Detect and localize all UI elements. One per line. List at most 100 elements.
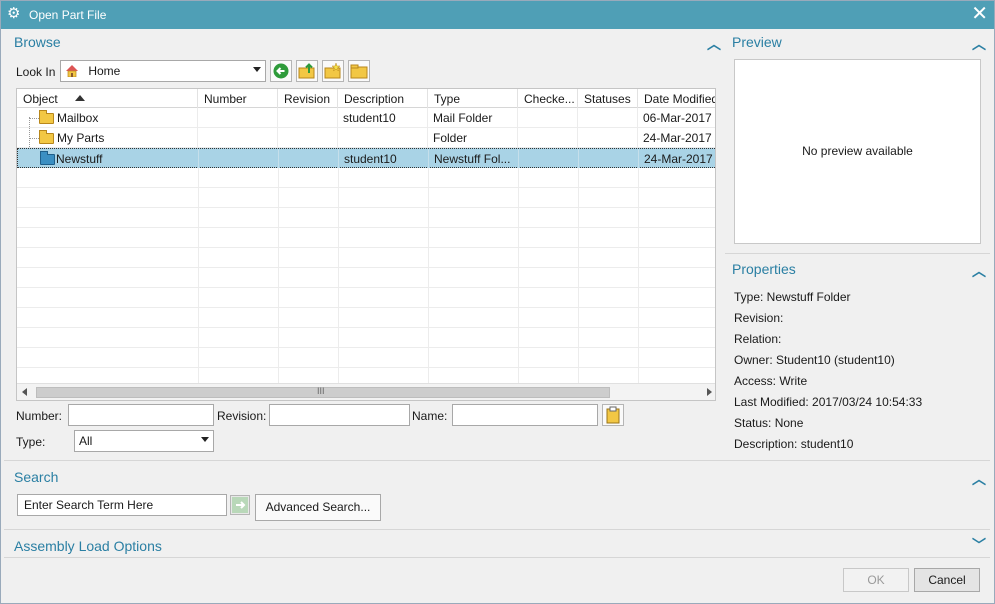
empty-row	[17, 328, 715, 348]
row-type: Mail Folder	[428, 108, 518, 127]
table-row[interactable]: My Parts Folder 24-Mar-2017 ...	[17, 128, 715, 148]
row-checked	[518, 108, 578, 127]
back-button[interactable]	[270, 60, 292, 82]
gear-icon[interactable]: ⚙	[7, 6, 23, 22]
row-date: 24-Mar-2017 ...	[638, 128, 715, 147]
home-icon	[65, 64, 79, 78]
clipboard-button[interactable]	[602, 404, 624, 426]
horizontal-scrollbar[interactable]: III	[17, 383, 715, 400]
scroll-thumb[interactable]: III	[36, 386, 610, 398]
column-divider	[578, 168, 579, 384]
row-object: Mailbox	[57, 111, 99, 125]
advanced-search-button[interactable]: Advanced Search...	[255, 494, 381, 521]
row-description: student10	[338, 108, 428, 127]
browse-collapse-icon[interactable]: ︿	[707, 34, 721, 54]
cancel-button[interactable]: Cancel	[914, 568, 980, 592]
browse-heading: Browse	[14, 34, 61, 50]
empty-row	[17, 168, 715, 188]
column-divider	[638, 168, 639, 384]
search-input[interactable]: Enter Search Term Here	[17, 494, 227, 516]
column-statuses[interactable]: Statuses	[578, 89, 638, 108]
run-search-button[interactable]	[230, 495, 250, 515]
table-row[interactable]: Mailbox student10 Mail Folder 06-Mar-201…	[17, 108, 715, 128]
empty-row	[17, 228, 715, 248]
assembly-load-options-heading[interactable]: Assembly Load Options	[14, 538, 162, 554]
scroll-right-icon[interactable]	[707, 388, 712, 396]
empty-row	[17, 248, 715, 268]
type-select[interactable]: All	[74, 430, 214, 452]
folder-icon	[40, 151, 55, 165]
row-checked	[518, 128, 578, 147]
close-icon[interactable]: ✕	[971, 4, 988, 24]
empty-row	[17, 348, 715, 368]
number-label: Number:	[16, 409, 63, 423]
row-object: My Parts	[57, 131, 105, 145]
folder-icon	[39, 110, 54, 124]
row-revision	[279, 149, 339, 168]
preview-heading: Preview	[732, 34, 782, 50]
clipboard-icon	[606, 406, 620, 424]
row-number	[198, 108, 278, 127]
row-statuses	[578, 128, 638, 147]
row-number	[198, 128, 278, 147]
property-access: Access: Write	[734, 374, 808, 388]
column-divider	[518, 168, 519, 384]
row-checked	[519, 149, 579, 168]
preview-area: No preview available	[734, 59, 981, 244]
row-statuses	[579, 149, 639, 168]
back-arrow-icon	[273, 63, 289, 79]
scroll-left-icon[interactable]	[22, 388, 27, 396]
number-field[interactable]	[68, 404, 214, 426]
name-field[interactable]	[452, 404, 598, 426]
look-in-value: Home	[88, 64, 121, 78]
row-date: 24-Mar-2017 ...	[639, 149, 715, 168]
column-description[interactable]: Description	[338, 89, 428, 108]
folder-view-button[interactable]	[348, 60, 370, 82]
properties-collapse-icon[interactable]: ︿	[972, 261, 986, 281]
file-list-header: Object Number Revision Description Type …	[17, 89, 715, 108]
property-revision: Revision:	[734, 311, 784, 325]
row-type: Newstuff Fol...	[429, 149, 519, 168]
empty-row	[17, 268, 715, 288]
preview-collapse-icon[interactable]: ︿	[972, 34, 986, 54]
properties-heading: Properties	[732, 261, 796, 277]
column-revision[interactable]: Revision	[278, 89, 338, 108]
divider	[725, 253, 990, 254]
divider	[4, 460, 990, 461]
divider	[4, 529, 990, 530]
folder-icon	[350, 64, 368, 79]
window-title: Open Part File	[29, 8, 107, 22]
property-status: Status: None	[734, 416, 804, 430]
empty-row	[17, 188, 715, 208]
up-folder-button[interactable]	[296, 60, 318, 82]
chevron-down-icon	[253, 67, 261, 72]
column-date-modified[interactable]: Date Modified	[638, 89, 715, 108]
empty-row	[17, 208, 715, 228]
property-owner: Owner: Student10 (student10)	[734, 353, 895, 367]
revision-label: Revision:	[217, 409, 267, 423]
new-folder-icon	[324, 62, 341, 79]
row-statuses	[578, 108, 638, 127]
look-in-select[interactable]: Home	[60, 60, 266, 82]
assembly-expand-icon[interactable]: ﹀	[972, 535, 986, 555]
folder-icon	[39, 130, 54, 144]
new-folder-button[interactable]	[322, 60, 344, 82]
search-collapse-icon[interactable]: ︿	[972, 469, 986, 489]
row-date: 06-Mar-2017 ...	[638, 108, 715, 127]
property-relation: Relation:	[734, 332, 782, 346]
row-number	[199, 149, 279, 168]
open-part-file-dialog: ⚙ Open Part File ✕ Browse ︿ Look In Home…	[0, 0, 995, 604]
column-object[interactable]: Object	[17, 89, 198, 108]
no-preview-text: No preview available	[802, 144, 913, 158]
column-type[interactable]: Type	[428, 89, 518, 108]
name-label: Name:	[412, 409, 448, 423]
up-folder-icon	[298, 63, 315, 79]
revision-field[interactable]	[269, 404, 410, 426]
table-row-selected[interactable]: Newstuff student10 Newstuff Fol... 24-Ma…	[17, 148, 715, 168]
column-checked[interactable]: Checke...	[518, 89, 578, 108]
empty-row	[17, 288, 715, 308]
column-number[interactable]: Number	[198, 89, 278, 108]
type-select-value: All	[79, 434, 93, 448]
ok-button[interactable]: OK	[843, 568, 909, 592]
title-bar: ⚙ Open Part File ✕	[1, 1, 994, 29]
